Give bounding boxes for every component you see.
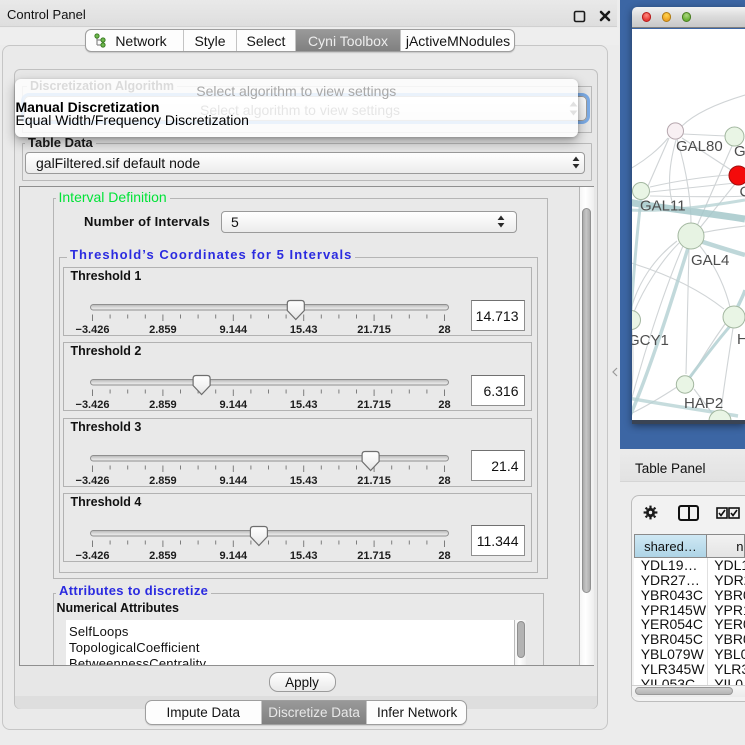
svg-text:2.859: 2.859: [149, 475, 177, 487]
svg-text:9.144: 9.144: [219, 475, 247, 487]
svg-text:28: 28: [438, 324, 450, 336]
svg-text:28: 28: [438, 399, 450, 411]
svg-text:15.43: 15.43: [289, 550, 317, 562]
svg-text:21.715: 21.715: [357, 324, 391, 336]
svg-text:9.144: 9.144: [219, 399, 247, 411]
svg-text:H: H: [737, 331, 745, 348]
svg-text:−3.426: −3.426: [75, 550, 109, 562]
svg-text:15.43: 15.43: [289, 475, 317, 487]
svg-text:−3.426: −3.426: [75, 475, 109, 487]
svg-text:15.43: 15.43: [289, 399, 317, 411]
svg-text:GCY1: GCY1: [632, 332, 669, 349]
svg-text:GAL4: GAL4: [691, 252, 729, 269]
svg-text:15.43: 15.43: [289, 324, 317, 336]
svg-text:9.144: 9.144: [219, 324, 247, 336]
svg-text:2.859: 2.859: [149, 550, 177, 562]
svg-text:C: C: [740, 184, 745, 201]
svg-text:21.715: 21.715: [357, 475, 391, 487]
svg-text:28: 28: [438, 475, 450, 487]
svg-text:−3.426: −3.426: [75, 324, 109, 336]
svg-text:2.859: 2.859: [149, 399, 177, 411]
svg-text:HAP2: HAP2: [684, 395, 723, 412]
svg-text:21.715: 21.715: [357, 550, 391, 562]
svg-text:2.859: 2.859: [149, 324, 177, 336]
svg-text:−3.426: −3.426: [75, 399, 109, 411]
svg-text:9.144: 9.144: [219, 550, 247, 562]
svg-text:G…: G…: [734, 143, 745, 160]
svg-text:GAL80: GAL80: [676, 138, 723, 155]
svg-text:GAL11: GAL11: [640, 198, 686, 215]
svg-text:28: 28: [438, 550, 450, 562]
svg-text:21.715: 21.715: [357, 399, 391, 411]
